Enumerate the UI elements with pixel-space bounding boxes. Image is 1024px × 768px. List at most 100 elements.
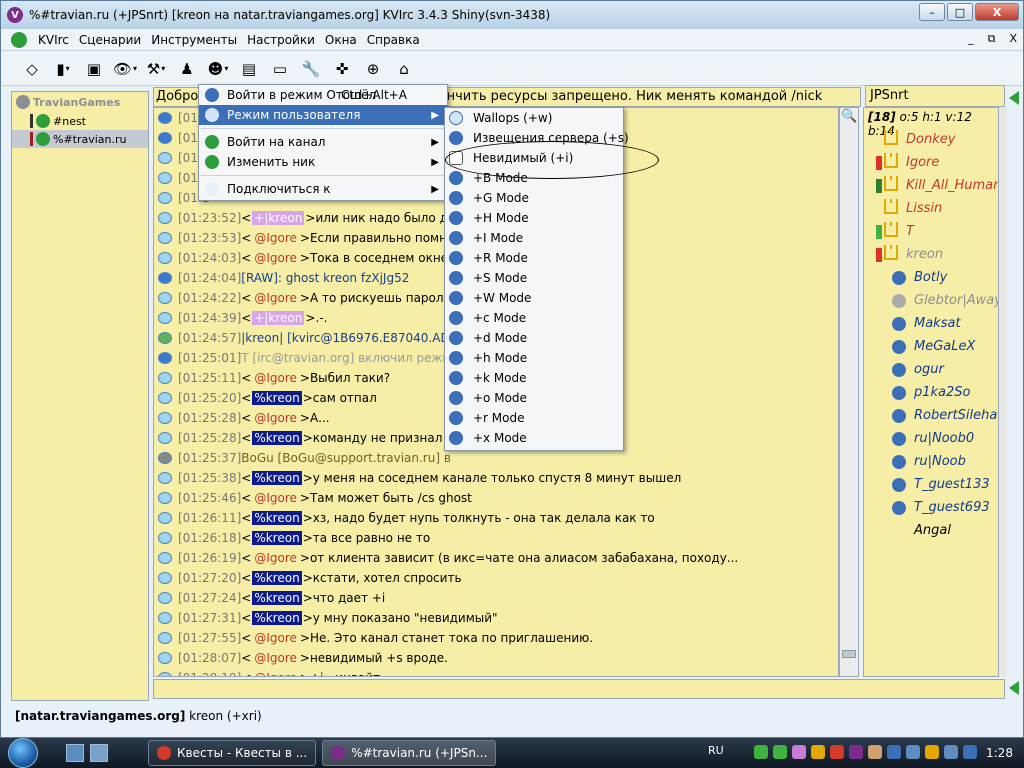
chat-nick[interactable]: +|kreon — [252, 211, 305, 225]
userlist-scrollbar[interactable] — [999, 107, 1007, 677]
mdi-minimize-button[interactable]: _ — [968, 32, 974, 46]
user-mode-item[interactable]: +d Mode — [445, 328, 623, 348]
user-entry[interactable]: T_guest693 — [864, 496, 998, 519]
chat-nick[interactable]: %kreon — [252, 471, 302, 485]
chat-nick[interactable]: %kreon — [252, 591, 302, 605]
chat-nick[interactable]: %kreon — [252, 611, 302, 625]
user-icon[interactable]: ☻ — [205, 56, 231, 82]
tray-icon[interactable] — [925, 745, 939, 759]
menu-help[interactable]: Справка — [362, 33, 425, 47]
chat-nick[interactable]: @Igore — [252, 631, 299, 645]
chat-nick[interactable]: @Igore — [252, 371, 299, 385]
user-mode-item[interactable]: +S Mode — [445, 268, 623, 288]
user-mode-item[interactable]: +G Mode — [445, 188, 623, 208]
user-mode-item[interactable]: +B Mode — [445, 168, 623, 188]
user-entry[interactable]: Donkey — [864, 128, 998, 151]
chat-nick[interactable]: %kreon — [252, 511, 302, 525]
user-mode-item[interactable]: +r Mode — [445, 408, 623, 428]
language-indicator[interactable]: RU — [708, 744, 724, 757]
eye-icon[interactable]: 👁 — [112, 56, 138, 82]
eraser-icon[interactable]: ◇ — [19, 56, 45, 82]
tree-item-nest[interactable]: #nest — [12, 112, 148, 130]
menu-item-0[interactable]: Войти в режим Отошёл Ctrl+Alt+A — [199, 85, 447, 105]
user-entry[interactable]: Lissin — [864, 197, 998, 220]
user-mode-item[interactable]: +o Mode — [445, 388, 623, 408]
chat-nick[interactable]: +|kreon — [252, 311, 305, 325]
menu-item-6[interactable]: Подключиться к ▶ — [199, 179, 447, 199]
tray-icon[interactable] — [830, 745, 844, 759]
user-mode-item[interactable]: Wallops (+w) — [445, 108, 623, 128]
home-icon[interactable]: ⌂ — [391, 56, 417, 82]
menu-tools[interactable]: Инструменты — [146, 33, 242, 47]
taskbar-button[interactable]: Квесты - Квесты в ... — [148, 740, 317, 766]
nick-field[interactable]: JPSnrt — [865, 85, 1005, 107]
menu-settings[interactable]: Настройки — [242, 33, 320, 47]
chat-nick[interactable]: @Igore — [252, 411, 299, 425]
user-mode-item[interactable]: Извещения сервера (+s) — [445, 128, 629, 148]
taskbar-button[interactable]: %#travian.ru (+JPSn... — [322, 740, 497, 766]
start-button[interactable] — [0, 738, 46, 768]
terminal-icon[interactable]: ▭ — [267, 56, 293, 82]
tray-icon[interactable] — [963, 745, 977, 759]
input-arrow-icon[interactable] — [1009, 681, 1019, 695]
chat-nick[interactable]: %kreon — [252, 571, 302, 585]
tree-item-travian[interactable]: %#travian.ru — [12, 130, 148, 148]
wrench-icon[interactable]: 🔧 — [298, 56, 324, 82]
user-entry[interactable]: ogur — [864, 358, 998, 381]
user-entry[interactable]: T — [864, 220, 998, 243]
user-entry[interactable]: Angal — [864, 519, 998, 542]
menu-item-1[interactable]: Режим пользователя ▶ — [199, 105, 447, 125]
user-entry[interactable]: Kill_All_Humans — [864, 174, 998, 197]
user-entry[interactable]: T_guest133 — [864, 473, 998, 496]
switch-windows-icon[interactable] — [90, 744, 108, 762]
user-entry[interactable]: ru|Noob0 — [864, 427, 998, 450]
user-mode-item[interactable]: +h Mode — [445, 348, 623, 368]
user-entry[interactable]: Glebtor|Away — [864, 289, 998, 312]
maximize-button[interactable]: □ — [947, 3, 973, 21]
menu-windows[interactable]: Окна — [320, 33, 362, 47]
menu-item-4[interactable]: Изменить ник ▶ — [199, 152, 447, 172]
tray-icon[interactable] — [868, 745, 882, 759]
user-mode-item[interactable]: +x Mode — [445, 428, 623, 448]
chat-nick[interactable]: @Igore — [252, 651, 299, 665]
notes-icon[interactable]: ▤ — [236, 56, 262, 82]
tray-icon[interactable] — [773, 745, 787, 759]
tray-icon[interactable] — [754, 745, 768, 759]
user-mode-item[interactable]: +W Mode — [445, 288, 623, 308]
chat-nick[interactable]: @Igore — [252, 491, 299, 505]
user-entry[interactable]: ru|Noob — [864, 450, 998, 473]
user-mode-item[interactable]: +H Mode — [445, 208, 623, 228]
server-icon[interactable]: ▮ — [50, 56, 76, 82]
tray-icon[interactable] — [906, 745, 920, 759]
user-list[interactable]: [18] o:5 h:1 v:12 b:14 Donkey Igore Kill_A… — [863, 107, 999, 677]
message-input[interactable] — [153, 679, 1005, 699]
tray-icon[interactable] — [811, 745, 825, 759]
user-entry[interactable]: Igore — [864, 151, 998, 174]
tree-root-server[interactable]: TravianGames — [12, 92, 148, 112]
chat-nick[interactable]: %kreon — [252, 391, 302, 405]
user-mode-item[interactable]: +I Mode — [445, 228, 623, 248]
user-mode-item[interactable]: +c Mode — [445, 308, 623, 328]
user-mode-item[interactable]: +k Mode — [445, 368, 623, 388]
tool-set-icon[interactable]: ✜ — [329, 56, 355, 82]
user-entry[interactable]: kreon — [864, 243, 998, 266]
user-entry[interactable]: Maksat — [864, 312, 998, 335]
user-entry[interactable]: MeGaLeX — [864, 335, 998, 358]
tray-icon[interactable] — [887, 745, 901, 759]
search-icon[interactable]: 🔍 — [841, 109, 857, 124]
chat-nick[interactable]: @Igore — [252, 671, 299, 676]
lifebuoy-icon[interactable]: ⊕ — [360, 56, 386, 82]
menu-item-3[interactable]: Войти на канал ▶ — [199, 132, 447, 152]
user-mode-item[interactable]: +R Mode — [445, 248, 623, 268]
user-entry[interactable]: p1ka2So — [864, 381, 998, 404]
tools-icon[interactable]: ⚒ — [143, 56, 169, 82]
tray-icon[interactable] — [849, 745, 863, 759]
menu-scripts[interactable]: Сценарии — [74, 33, 146, 47]
user-mode-item[interactable]: Невидимый (+i) — [445, 148, 623, 168]
clock[interactable]: 1:28 — [986, 746, 1013, 760]
chat-nick[interactable]: %kreon — [252, 531, 302, 545]
user-entry[interactable]: RobertSilehardt — [864, 404, 998, 427]
chat-nick[interactable]: @Igore — [252, 251, 299, 265]
mdi-restore-button[interactable]: ⧉ — [988, 32, 996, 46]
user-entry[interactable]: Botly — [864, 266, 998, 289]
